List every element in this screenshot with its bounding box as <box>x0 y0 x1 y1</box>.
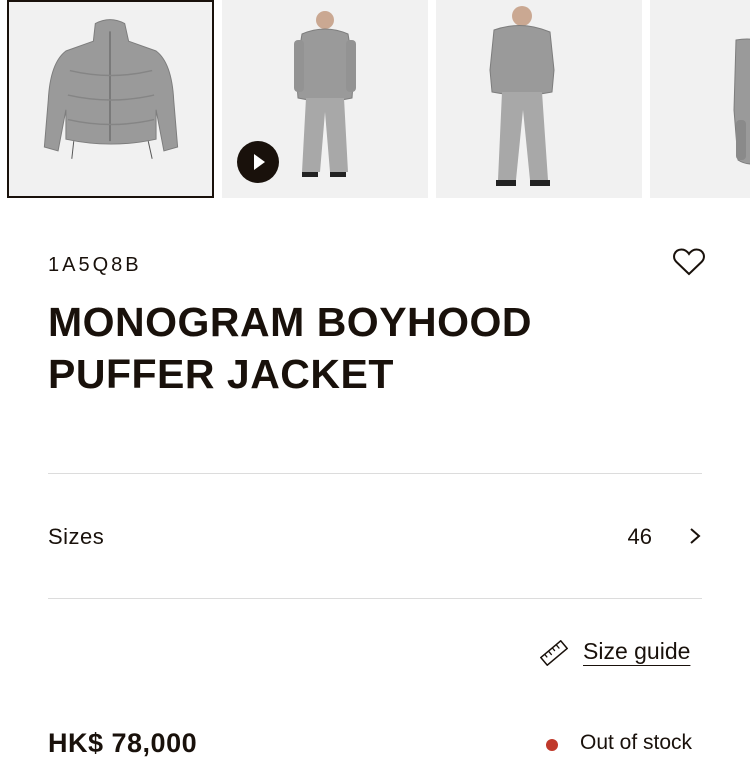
sizes-selector[interactable]: Sizes 46 <box>48 474 702 598</box>
gallery-image-model-front[interactable] <box>436 0 642 198</box>
model-image <box>489 6 555 186</box>
ruler-icon <box>540 640 568 666</box>
stock-status-label: Out of stock <box>580 731 693 754</box>
stock-status-dot <box>546 739 558 751</box>
jacket-image <box>43 19 179 159</box>
gallery-image-jacket-front[interactable] <box>7 0 214 198</box>
model-image <box>733 38 750 165</box>
product-price: HK$ 78,000 <box>48 728 198 758</box>
product-title: MONOGRAM BOYHOOD PUFFER JACKET <box>48 299 533 397</box>
chevron-right-icon <box>690 528 701 544</box>
heart-icon <box>673 248 705 276</box>
selected-size: 46 <box>627 524 652 549</box>
product-sku: 1A5Q8B <box>48 254 142 276</box>
product-image-gallery <box>0 0 750 200</box>
play-video-button[interactable] <box>237 141 279 183</box>
size-guide-label: Size guide <box>583 638 691 664</box>
wishlist-button[interactable] <box>672 247 706 277</box>
sizes-label: Sizes <box>48 524 105 549</box>
size-guide-link[interactable]: Size guide <box>540 638 702 672</box>
gallery-image-model-side[interactable] <box>650 0 750 198</box>
divider <box>48 598 702 599</box>
